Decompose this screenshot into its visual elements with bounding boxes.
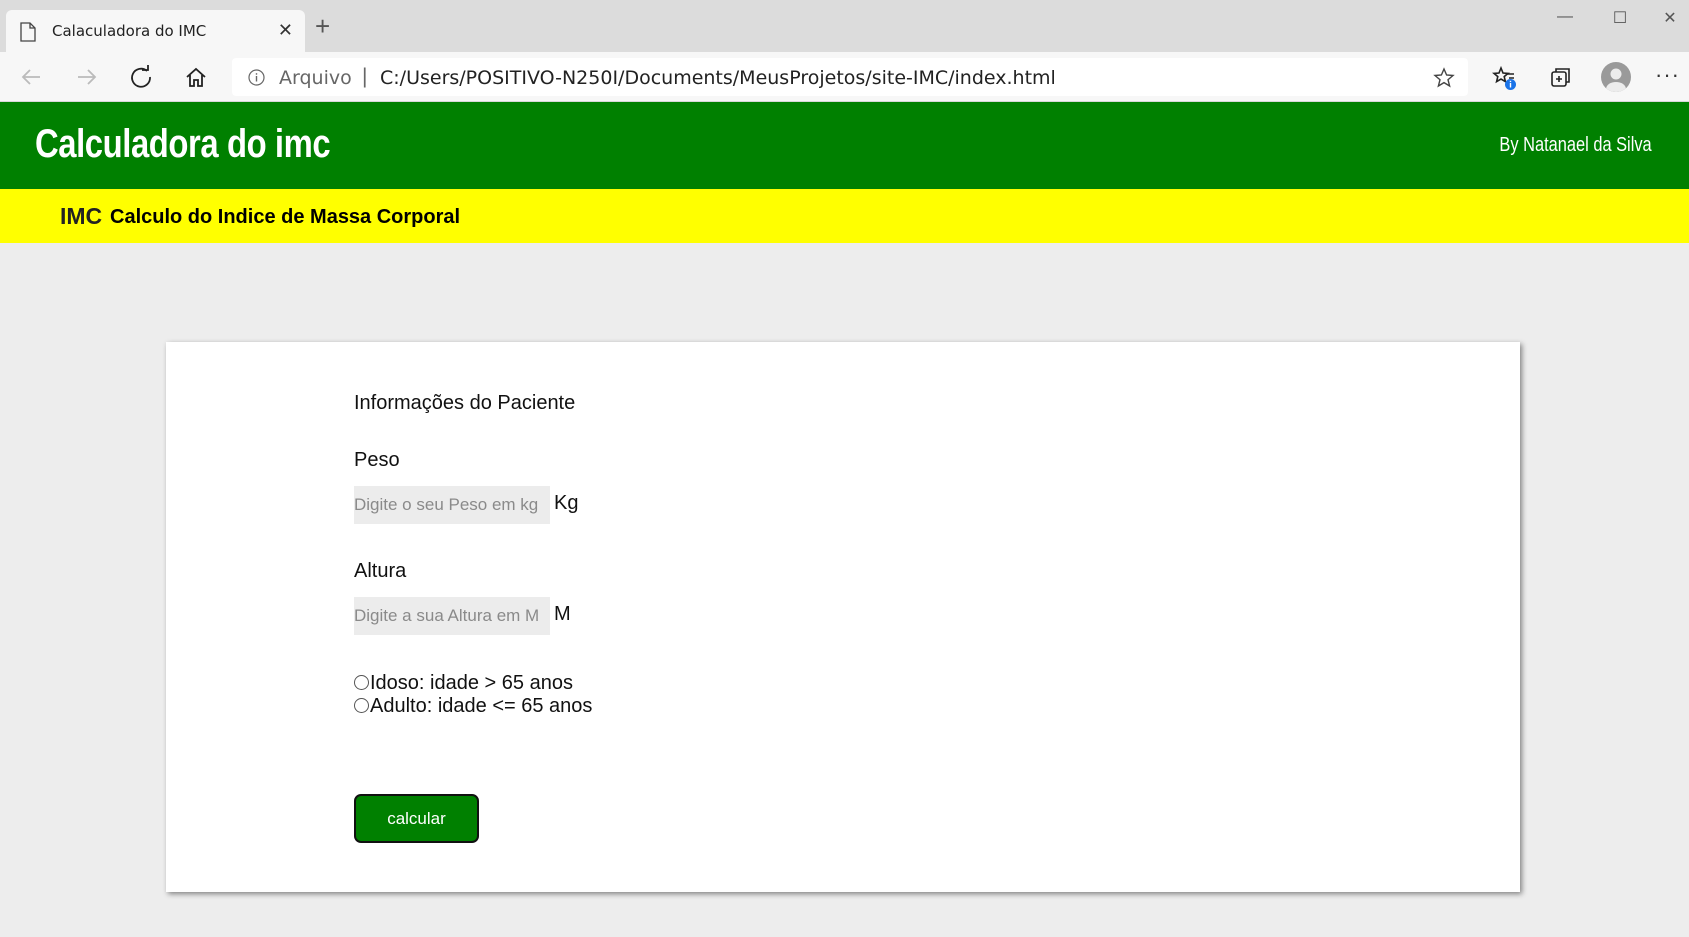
- idoso-label: Idoso: idade > 65 anos: [370, 672, 573, 694]
- peso-unit: Kg: [554, 492, 579, 514]
- home-icon[interactable]: [180, 62, 212, 92]
- close-window-button[interactable]: ✕: [1650, 8, 1689, 32]
- subheader-text: Calculo do Indice de Massa Corporal: [110, 206, 461, 228]
- user-icon: [1606, 68, 1626, 92]
- site-title: Calculadora do imc: [35, 122, 331, 166]
- idoso-radio[interactable]: [354, 675, 369, 690]
- altura-label: Altura: [354, 560, 407, 582]
- forward-arrow-icon[interactable]: [70, 62, 102, 92]
- favorite-star-icon[interactable]: [1432, 66, 1456, 90]
- calcular-button[interactable]: calcular: [354, 794, 479, 843]
- adulto-option[interactable]: Adulto: idade <= 65 anos: [354, 695, 592, 718]
- more-options-icon[interactable]: ···: [1655, 62, 1680, 88]
- form-title: Informações do Paciente: [354, 392, 576, 414]
- altura-unit: M: [554, 603, 571, 625]
- close-tab-icon[interactable]: ✕: [278, 20, 293, 41]
- new-tab-button[interactable]: +: [315, 13, 330, 39]
- minimize-button[interactable]: —: [1545, 8, 1585, 32]
- author-credit: By Natanael da Silva: [1499, 134, 1652, 156]
- adulto-radio[interactable]: [354, 698, 369, 713]
- page-icon: [20, 22, 36, 42]
- browser-tab[interactable]: Calaculadora do IMC ✕: [6, 10, 305, 52]
- browser-titlebar: Calaculadora do IMC ✕ + — ☐ ✕: [0, 0, 1689, 52]
- altura-input[interactable]: [354, 597, 550, 635]
- collections-icon[interactable]: [1546, 64, 1574, 92]
- peso-input[interactable]: [354, 486, 550, 524]
- subheader-bar: IMC Calculo do Indice de Massa Corporal: [0, 189, 1689, 243]
- idoso-option[interactable]: Idoso: idade > 65 anos: [354, 672, 573, 695]
- favorites-icon[interactable]: [1490, 64, 1518, 92]
- subheader-abbr: IMC: [60, 203, 103, 229]
- maximize-button[interactable]: ☐: [1600, 8, 1640, 32]
- address-separator: |: [362, 65, 368, 88]
- peso-label: Peso: [354, 449, 400, 471]
- browser-toolbar: Arquivo | C:/Users/POSITIVO-N250I/Docume…: [0, 52, 1689, 102]
- site-header: Calculadora do imc By Natanael da Silva: [0, 102, 1689, 189]
- adulto-label: Adulto: idade <= 65 anos: [370, 695, 593, 717]
- address-protocol-label: Arquivo: [279, 67, 352, 89]
- reload-icon[interactable]: [125, 62, 157, 92]
- address-bar[interactable]: Arquivo | C:/Users/POSITIVO-N250I/Docume…: [232, 58, 1468, 96]
- profile-avatar[interactable]: [1601, 62, 1631, 92]
- patient-card: Informações do Paciente Peso Kg Altura M…: [166, 342, 1520, 892]
- info-icon[interactable]: [248, 69, 265, 86]
- tab-title: Calaculadora do IMC: [52, 22, 207, 40]
- back-arrow-icon[interactable]: [16, 62, 48, 92]
- page-body: Calculadora do imc By Natanael da Silva …: [0, 102, 1689, 937]
- address-url[interactable]: C:/Users/POSITIVO-N250I/Documents/MeusPr…: [380, 67, 1056, 89]
